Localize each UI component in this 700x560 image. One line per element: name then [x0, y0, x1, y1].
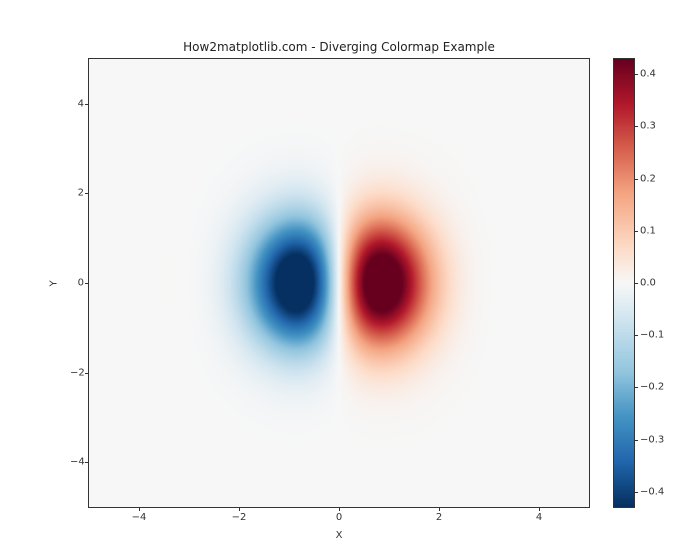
- y-tick-label: −2: [70, 367, 84, 378]
- y-tick-mark: [85, 104, 89, 105]
- colorbar-tick-mark: [634, 126, 638, 127]
- y-tick-mark: [85, 462, 89, 463]
- colorbar-tick-label: −0.1: [640, 330, 664, 341]
- colorbar-tick-label: −0.2: [640, 382, 664, 393]
- colorbar-canvas: [614, 59, 634, 507]
- colorbar-tick-mark: [634, 335, 638, 336]
- chart-title: How2matplotlib.com - Diverging Colormap …: [88, 40, 590, 54]
- x-tick-mark: [539, 507, 540, 511]
- y-tick-label: −4: [70, 457, 84, 468]
- x-tick-mark: [239, 507, 240, 511]
- colorbar: [613, 58, 635, 508]
- colorbar-tick-label: 0.3: [640, 121, 656, 132]
- heatmap-canvas: [89, 59, 589, 507]
- x-tick-label: −4: [132, 512, 147, 523]
- colorbar-tick-mark: [634, 492, 638, 493]
- y-axis-label: Y: [44, 58, 64, 508]
- colorbar-tick-mark: [634, 179, 638, 180]
- x-tick-mark: [339, 507, 340, 511]
- colorbar-tick-label: 0.4: [640, 69, 656, 80]
- heatmap-axes: [88, 58, 590, 508]
- x-tick-mark: [439, 507, 440, 511]
- x-tick-label: 4: [536, 512, 542, 523]
- colorbar-tick-label: 0.0: [640, 278, 656, 289]
- colorbar-tick-mark: [634, 283, 638, 284]
- colorbar-tick-label: 0.2: [640, 173, 656, 184]
- y-tick-label: 4: [70, 98, 84, 109]
- y-tick-mark: [85, 193, 89, 194]
- y-tick-mark: [85, 283, 89, 284]
- colorbar-tick-mark: [634, 74, 638, 75]
- colorbar-tick-mark: [634, 440, 638, 441]
- colorbar-tick-label: 0.1: [640, 225, 656, 236]
- colorbar-tick-label: −0.4: [640, 486, 664, 497]
- colorbar-tick-label: −0.3: [640, 434, 664, 445]
- y-tick-mark: [85, 373, 89, 374]
- y-tick-label: 0: [70, 278, 84, 289]
- x-axis-label: X: [88, 530, 590, 541]
- x-tick-label: 0: [336, 512, 342, 523]
- figure: How2matplotlib.com - Diverging Colormap …: [0, 0, 700, 560]
- colorbar-tick-mark: [634, 387, 638, 388]
- x-tick-mark: [139, 507, 140, 511]
- colorbar-tick-mark: [634, 231, 638, 232]
- x-tick-label: 2: [436, 512, 442, 523]
- y-tick-label: 2: [70, 188, 84, 199]
- x-tick-label: −2: [232, 512, 247, 523]
